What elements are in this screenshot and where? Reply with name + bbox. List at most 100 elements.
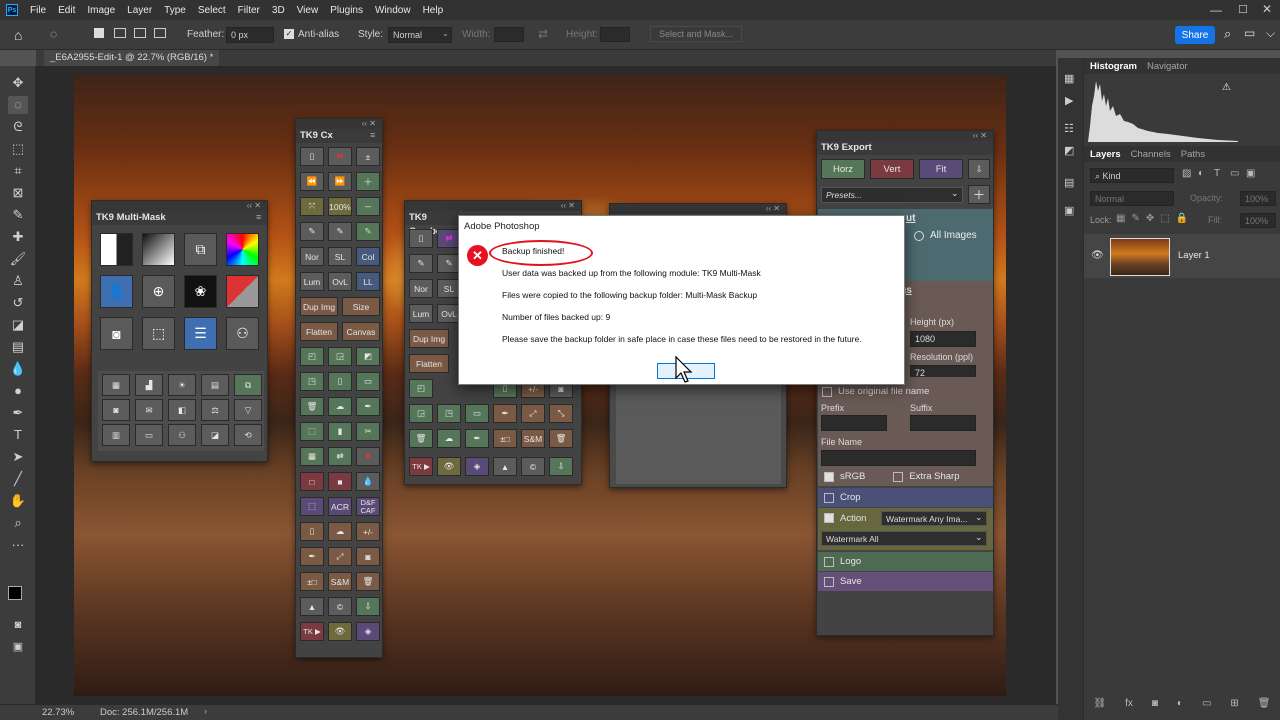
prefix-input[interactable]: [821, 415, 887, 431]
cx-acr-button[interactable]: ACR: [328, 497, 352, 516]
combo-collapse-icon[interactable]: ‹‹ ✕: [405, 201, 581, 211]
cx-nor-button[interactable]: Nor: [300, 247, 324, 266]
combo-layers-icon[interactable]: ◈: [465, 457, 489, 476]
blend-mode-select[interactable]: Normal: [1090, 191, 1174, 206]
menu-window[interactable]: Window: [369, 5, 417, 16]
menu-view[interactable]: View: [291, 5, 325, 16]
zoom-level[interactable]: 22.73%: [42, 707, 74, 718]
mask-list-icon[interactable]: ☰: [184, 317, 217, 350]
cx-pm-frame-button[interactable]: ±□: [300, 572, 324, 591]
mm-copy-icon[interactable]: ⧉: [234, 374, 262, 396]
menu-plugins[interactable]: Plugins: [324, 5, 369, 16]
mm-image-icon[interactable]: ▤: [201, 374, 229, 396]
adjustments-icon[interactable]: ☷: [1064, 122, 1074, 135]
cx-red-fill-icon[interactable]: ■: [328, 472, 352, 491]
panel-collapse-icon[interactable]: ‹‹ ✕: [92, 201, 267, 211]
share-button[interactable]: Share: [1175, 26, 1215, 44]
layer-row[interactable]: 👁 Layer 1: [1084, 234, 1280, 278]
horz-button[interactable]: Horz: [821, 159, 865, 179]
combo-cloud-icon[interactable]: ☁: [437, 429, 461, 448]
layer-name[interactable]: Layer 1: [1178, 250, 1210, 261]
cx-x-icon[interactable]: ✕: [356, 447, 380, 466]
filter-adjust-icon[interactable]: ◐: [1198, 168, 1204, 179]
layer-kind-filter[interactable]: ⌕ Kind: [1090, 168, 1174, 183]
status-arrow-icon[interactable]: ›: [204, 706, 207, 716]
warning-icon[interactable]: ⚠: [1222, 82, 1231, 93]
cx-brush2-icon[interactable]: ✎: [328, 222, 352, 241]
watermark-select[interactable]: Watermark All: [821, 531, 987, 546]
cx-plus-icon[interactable]: ＋: [356, 172, 380, 191]
filter-shape-icon[interactable]: ▭: [1230, 168, 1239, 179]
cx-cloud-icon[interactable]: ☁: [328, 397, 352, 416]
cx-layer-b-icon[interactable]: ◲: [328, 347, 352, 366]
libraries-icon[interactable]: ▣: [1064, 204, 1074, 217]
logo-checkbox[interactable]: [824, 556, 834, 567]
background-panel-collapse-icon[interactable]: ‹‹ ✕: [610, 204, 786, 214]
crop-tool-icon[interactable]: ⌗: [8, 162, 28, 180]
cx-trash2-icon[interactable]: 🗑: [356, 572, 380, 591]
combo-expand-icon[interactable]: ⤢: [521, 404, 545, 423]
cx-sl-button[interactable]: SL: [328, 247, 352, 266]
mask-color-icon[interactable]: [226, 233, 259, 266]
new-selection-icon[interactable]: [94, 28, 104, 38]
combo-copyright-icon[interactable]: ©: [521, 457, 545, 476]
cx-plusminus-icon[interactable]: ±: [356, 147, 380, 166]
cx-eye-icon[interactable]: 👁: [328, 622, 352, 641]
cx-pen-icon[interactable]: ✒: [356, 397, 380, 416]
height-px-input[interactable]: 1080: [910, 331, 976, 347]
visibility-eye-icon[interactable]: 👁: [1091, 250, 1104, 261]
foreground-color-swatch[interactable]: [8, 586, 22, 600]
cx-flatten-button[interactable]: Flatten: [300, 322, 338, 341]
cx-minus-icon[interactable]: －: [356, 197, 380, 216]
combo-layer-b-icon[interactable]: ◲: [409, 404, 433, 423]
filter-type-icon[interactable]: T: [1214, 168, 1220, 179]
history-brush-tool-icon[interactable]: ↺: [8, 294, 28, 312]
cx-trash-icon[interactable]: 🗑: [300, 397, 324, 416]
srgb-checkbox[interactable]: [824, 471, 834, 482]
mm-half-icon[interactable]: ◧: [168, 399, 196, 421]
scroll-icon[interactable]: ⌵: [1266, 26, 1275, 41]
elliptical-marquee-tool-icon[interactable]: ◌: [8, 96, 28, 114]
cx-expand-icon[interactable]: ⤢: [328, 547, 352, 566]
eyedropper-tool-icon[interactable]: ✎: [8, 206, 28, 224]
home-icon[interactable]: ⌂: [14, 27, 22, 43]
add-selection-icon[interactable]: [114, 28, 126, 38]
fill-input[interactable]: 100%: [1240, 213, 1276, 228]
dodge-tool-icon[interactable]: ●: [8, 382, 28, 400]
combo-trash2-icon[interactable]: 🗑: [549, 429, 573, 448]
minimize-icon[interactable]: —: [1210, 3, 1222, 17]
cx-ovl-button[interactable]: OvL: [328, 272, 352, 291]
cx-sm-button[interactable]: S&M: [328, 572, 352, 591]
cx-dupimg-button[interactable]: Dup Img: [300, 297, 338, 316]
mask-circles-icon[interactable]: ⚇: [226, 317, 259, 350]
mm-sun-icon[interactable]: ☀: [168, 374, 196, 396]
combo-layer-d-icon[interactable]: ▭: [465, 404, 489, 423]
more-tools-icon[interactable]: ···: [8, 536, 28, 554]
elliptical-marquee-icon[interactable]: ◌: [50, 27, 57, 41]
close-icon[interactable]: ✕: [1262, 2, 1272, 16]
cx-layer-d-icon[interactable]: ◳: [300, 372, 324, 391]
clone-stamp-tool-icon[interactable]: ♙: [8, 272, 28, 290]
all-images-radio[interactable]: [914, 231, 924, 241]
use-original-checkbox[interactable]: [822, 387, 832, 397]
cx-drop-icon[interactable]: 💧: [356, 472, 380, 491]
save-checkbox[interactable]: [824, 576, 834, 587]
add-preset-icon[interactable]: ＋: [968, 185, 990, 204]
cx-doc-icon[interactable]: ▯: [300, 147, 324, 166]
cx-layer-c-icon[interactable]: ◩: [356, 347, 380, 366]
mm-image2-icon[interactable]: ◪: [201, 424, 229, 446]
combo-brush-icon[interactable]: ✎: [409, 254, 433, 273]
mask-diagonal-icon[interactable]: [226, 275, 259, 308]
combo-dupimg-button[interactable]: Dup Img: [409, 329, 449, 348]
mask-person-icon[interactable]: 👤: [100, 275, 133, 308]
combo-lum-button[interactable]: Lum: [409, 304, 433, 323]
cx-canvas-button[interactable]: Canvas: [342, 322, 380, 341]
mm-triangle-icon[interactable]: ▽: [234, 399, 262, 421]
opacity-input[interactable]: 100%: [1240, 191, 1276, 206]
tab-paths[interactable]: Paths: [1181, 149, 1205, 160]
menu-3d[interactable]: 3D: [266, 5, 291, 16]
intersect-selection-icon[interactable]: [154, 28, 166, 38]
menu-layer[interactable]: Layer: [121, 5, 158, 16]
mask-target-icon[interactable]: ⊕: [142, 275, 175, 308]
group-icon[interactable]: ▭: [1202, 698, 1211, 709]
